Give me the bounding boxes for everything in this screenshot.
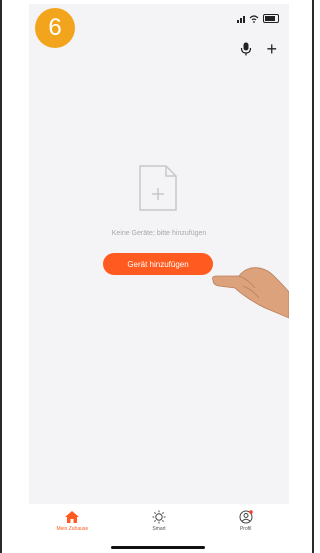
home-indicator (111, 546, 205, 549)
signal-icon (237, 15, 245, 23)
tab-profil[interactable]: Profil (216, 510, 276, 532)
wifi-icon (249, 14, 259, 23)
tab-label: Smart (152, 526, 166, 532)
tab-smart[interactable]: Smart (129, 510, 189, 532)
step-badge: 6 (35, 8, 75, 48)
home-icon (65, 511, 80, 523)
tab-label: Profil (239, 526, 252, 532)
tab-mein-zuhause[interactable]: Mein Zuhause (42, 510, 102, 532)
phone-screen: + Keine Geräte; bitte hinzufügen Gerät h… (29, 4, 289, 552)
empty-state-message: Keine Geräte; bitte hinzufügen (111, 230, 207, 237)
status-bar (237, 14, 279, 23)
plus-icon[interactable]: + (266, 40, 277, 58)
sun-icon (152, 510, 166, 524)
microphone-icon[interactable] (240, 42, 252, 56)
top-actions: + (240, 40, 277, 58)
empty-document-icon (139, 165, 177, 211)
tab-bar: Mein Zuhause Smart Profil (29, 504, 289, 552)
battery-icon (263, 14, 279, 23)
profile-icon (239, 510, 253, 524)
pointing-hand-icon (212, 267, 289, 319)
tab-label: Mein Zuhause (56, 526, 89, 532)
add-device-button[interactable]: Gerät hinzufügen (103, 253, 213, 275)
